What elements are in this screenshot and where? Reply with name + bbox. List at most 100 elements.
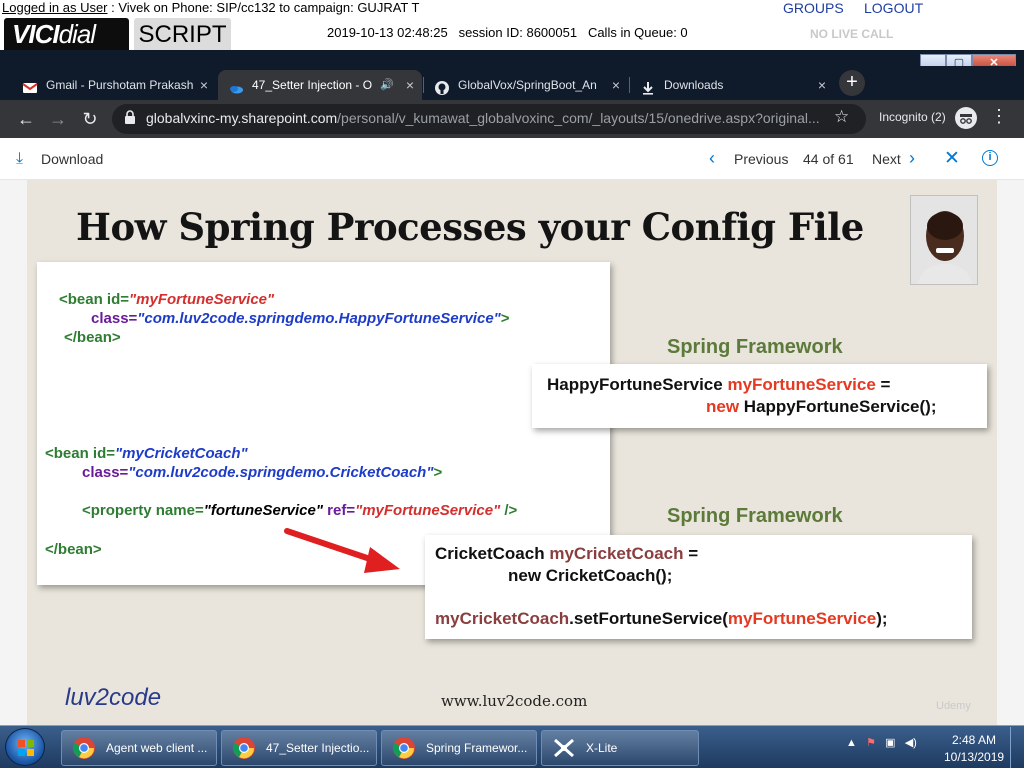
datetime: 2019-10-13 02:48:25 xyxy=(327,25,448,40)
lock-icon[interactable] xyxy=(124,110,136,124)
taskbar-item-agent-web-client[interactable]: Agent web client ... xyxy=(61,730,217,766)
close-icon[interactable]: ✕ xyxy=(944,147,960,170)
footer-url: www.luv2code.com xyxy=(441,692,588,710)
menu-kebab-icon[interactable]: ⋮ xyxy=(990,106,1008,127)
login-details: : Vivek on Phone: SIP/cc132 to campaign:… xyxy=(107,0,420,15)
taskbar-item-setter-injection[interactable]: 47_Setter Injectio... xyxy=(221,730,377,766)
back-button[interactable]: ← xyxy=(13,106,39,132)
download-button[interactable]: Download xyxy=(41,151,103,167)
network-icon[interactable]: ▣ xyxy=(885,737,895,749)
audio-icon[interactable]: 🔊 xyxy=(380,70,394,100)
info-icon[interactable]: i xyxy=(982,150,998,166)
tab-setter-injection[interactable]: 47_Setter Injection - O 🔊 × xyxy=(218,70,422,100)
java2-line1: CricketCoach myCricketCoach = xyxy=(435,544,698,564)
slide-title: How Spring Processes your Config File xyxy=(76,205,864,249)
chrome-icon xyxy=(392,736,416,760)
code-token: <property name= xyxy=(82,502,204,519)
java2-line3: myCricketCoach.setFortuneService(myFortu… xyxy=(435,609,888,629)
chevron-right-icon[interactable]: › xyxy=(909,148,915,169)
bean2-line2: class="com.luv2code.springdemo.CricketCo… xyxy=(82,464,442,481)
red-arrow-icon xyxy=(284,528,400,573)
code-token: HappyFortuneService(); xyxy=(739,397,937,416)
login-info: Logged in as User : Vivek on Phone: SIP/… xyxy=(2,0,419,15)
bean1-line1: <bean id="myFortuneService" xyxy=(59,291,274,308)
tab-label: Gmail - Purshotam Prakash xyxy=(46,78,194,92)
logout-link[interactable]: LOGOUT xyxy=(864,0,923,16)
show-desktop-button[interactable] xyxy=(1010,727,1024,768)
onedrive-icon xyxy=(228,77,244,94)
new-tab-button[interactable]: + xyxy=(839,70,865,96)
page-counter: 44 of 61 xyxy=(803,151,854,167)
tab-close-icon[interactable]: × xyxy=(612,70,620,100)
code-token: = xyxy=(683,544,699,563)
code-token: class= xyxy=(91,310,138,327)
tab-close-icon[interactable]: × xyxy=(406,70,414,100)
viewer-toolbar xyxy=(0,138,1024,180)
bean2-property-line: <property name="fortuneService" ref="myF… xyxy=(82,502,517,519)
next-button[interactable]: Next xyxy=(872,151,901,167)
taskbar-label: Spring Framewor... xyxy=(426,741,528,755)
code-token: "fortuneService" xyxy=(203,502,323,519)
taskbar-item-spring-framework[interactable]: Spring Framewor... xyxy=(381,730,537,766)
url-host: globalvxinc-my.sharepoint.com xyxy=(146,110,338,126)
script-tab[interactable]: SCRIPT xyxy=(134,18,231,50)
status-line: 2019-10-13 02:48:25 session ID: 8600051 … xyxy=(327,25,688,40)
tab-gmail[interactable]: Gmail - Purshotam Prakash × xyxy=(12,70,216,100)
luv2code-logo: luv2code xyxy=(65,684,162,711)
vicidial-header: Logged in as User : Vivek on Phone: SIP/… xyxy=(0,0,1024,50)
code-token: "myCricketCoach" xyxy=(115,445,248,462)
chrome-icon xyxy=(72,736,96,760)
java-card-1 xyxy=(532,364,987,428)
url-text[interactable]: globalvxinc-my.sharepoint.com/personal/v… xyxy=(146,110,820,126)
bean2-line1: <bean id="myCricketCoach" xyxy=(45,445,248,462)
incognito-label[interactable]: Incognito (2) xyxy=(879,110,946,124)
bookmark-star-icon[interactable]: ☆ xyxy=(834,107,849,127)
code-token: > xyxy=(433,464,443,481)
code-token: myFortuneService xyxy=(727,609,877,628)
code-token: "myFortuneService" xyxy=(355,502,501,519)
download-icon[interactable]: ⤓ xyxy=(16,150,23,168)
xlite-icon xyxy=(552,736,576,760)
clock-date[interactable]: 10/13/2019 xyxy=(944,750,1004,764)
code-token: <bean id= xyxy=(45,445,116,462)
show-hidden-icons-icon[interactable]: ▲ xyxy=(846,737,857,749)
taskbar-item-xlite[interactable]: X-Lite xyxy=(541,730,699,766)
volume-icon[interactable]: ◀) xyxy=(905,737,917,749)
spring-framework-label-1: Spring Framework xyxy=(667,336,843,358)
groups-link[interactable]: GROUPS xyxy=(783,0,844,16)
code-token: new xyxy=(706,397,740,416)
vicidial-logo[interactable]: VICIdial xyxy=(4,18,129,50)
code-token: CricketCoach xyxy=(435,544,550,563)
action-center-icon[interactable]: ⚑ xyxy=(866,737,876,749)
clock-time[interactable]: 2:48 AM xyxy=(950,733,998,747)
tab-downloads[interactable]: Downloads × xyxy=(630,70,834,100)
udemy-watermark: Udemy xyxy=(936,700,971,712)
logged-in-link[interactable]: Logged in as User xyxy=(2,0,108,15)
bean1-line2: class="com.luv2code.springdemo.HappyFort… xyxy=(91,310,510,327)
bean2-close-line: </bean> xyxy=(45,541,102,558)
tab-label: 47_Setter Injection - O xyxy=(252,78,373,92)
tab-github[interactable]: GlobalVox/SpringBoot_An × xyxy=(424,70,628,100)
chevron-left-icon[interactable]: ‹ xyxy=(709,148,715,169)
code-token: "com.luv2code.springdemo.HappyFortuneSer… xyxy=(137,310,501,327)
code-token: HappyFortuneService xyxy=(547,375,728,394)
taskbar-label: X-Lite xyxy=(586,741,618,755)
start-button[interactable] xyxy=(5,728,45,766)
code-token: myCricketCoach xyxy=(549,544,684,563)
code-token: /> xyxy=(500,502,518,519)
taskbar-label: 47_Setter Injectio... xyxy=(266,741,370,755)
code-token: myCricketCoach xyxy=(435,609,570,628)
chrome-icon xyxy=(232,736,256,760)
github-icon xyxy=(434,77,450,95)
tab-close-icon[interactable]: × xyxy=(818,70,826,100)
tab-close-icon[interactable]: × xyxy=(200,70,208,100)
code-token: myFortuneService xyxy=(727,375,876,394)
system-tray: ▲ ⚑ ▣ ◀) xyxy=(846,736,917,749)
forward-button[interactable]: → xyxy=(45,106,71,132)
code-token: = xyxy=(875,375,891,394)
previous-button[interactable]: Previous xyxy=(734,151,788,167)
reload-button[interactable]: ↻ xyxy=(77,106,103,132)
java2-line2: new CricketCoach(); xyxy=(508,566,673,585)
incognito-icon[interactable] xyxy=(955,107,977,129)
no-live-call-badge: NO LIVE CALL xyxy=(810,27,894,41)
